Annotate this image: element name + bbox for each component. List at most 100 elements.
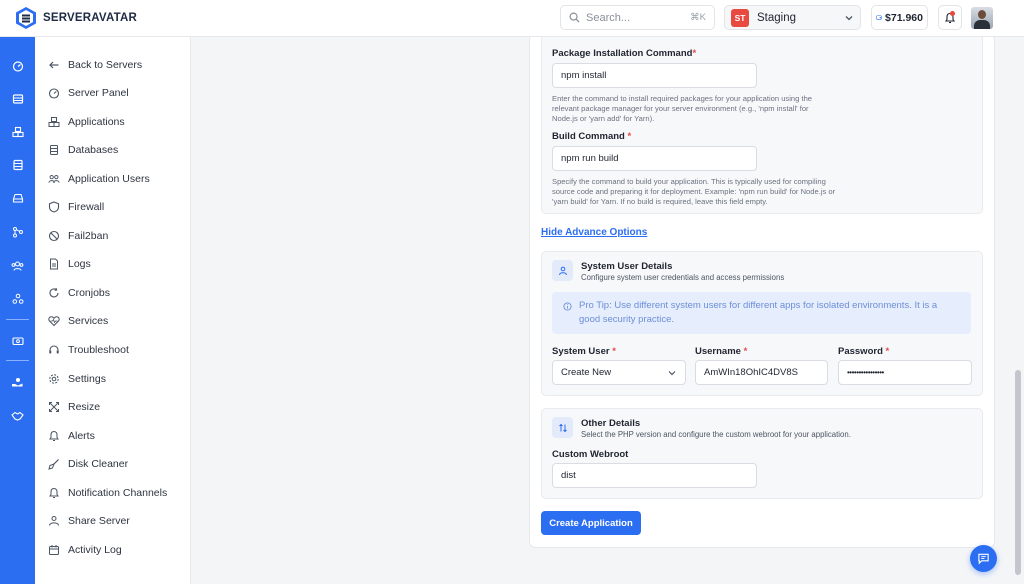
- wallet-icon: [876, 15, 882, 20]
- git-icon[interactable]: [9, 223, 26, 240]
- billing-icon[interactable]: [9, 332, 26, 349]
- sidebar-item-share-server[interactable]: Share Server: [48, 512, 130, 530]
- chat-support-button[interactable]: [970, 545, 997, 572]
- gear-icon: [48, 373, 60, 385]
- sidebar-item-firewall[interactable]: Firewall: [48, 198, 104, 216]
- sidebar-item-notification-channels[interactable]: Notification Channels: [48, 484, 167, 502]
- package-cmd-input[interactable]: npm install: [552, 63, 757, 88]
- calendar-icon: [48, 544, 60, 556]
- headset-icon: [48, 344, 60, 356]
- balance-amount: $71.960: [885, 11, 923, 24]
- heart-pulse-icon: [48, 315, 60, 327]
- sidebar-item-server-panel[interactable]: Server Panel: [48, 84, 129, 102]
- custom-webroot-label: Custom Webroot: [552, 449, 629, 460]
- pro-tip-box: Pro Tip: Use different system users for …: [552, 292, 971, 334]
- sidebar-item-applications[interactable]: Applications: [48, 113, 125, 131]
- bell-outline-icon: [48, 487, 60, 499]
- rail-separator: [6, 360, 29, 361]
- icon-rail: [0, 37, 35, 584]
- sidebar-item-application-users[interactable]: Application Users: [48, 170, 150, 188]
- hide-advance-options-link[interactable]: Hide Advance Options: [541, 227, 647, 238]
- team-icon[interactable]: [9, 257, 26, 274]
- hand-icon[interactable]: [9, 373, 26, 390]
- create-application-form: Package Installation Command* npm instal…: [529, 37, 995, 548]
- system-user-title: System User Details: [581, 261, 673, 272]
- chat-icon: [978, 553, 989, 565]
- handshake-icon[interactable]: [9, 407, 26, 424]
- other-details-title: Other Details: [581, 418, 641, 429]
- username-label: Username *: [695, 346, 748, 357]
- build-cmd-input[interactable]: npm run build: [552, 146, 757, 171]
- refresh-icon: [48, 287, 60, 299]
- brand-name: SERVERAVATAR: [43, 12, 137, 24]
- other-details-panel: Other Details Select the PHP version and…: [541, 408, 983, 499]
- resize-icon: [48, 401, 60, 413]
- file-icon: [48, 258, 60, 270]
- user-avatar[interactable]: [971, 7, 993, 29]
- notifications-button[interactable]: [938, 5, 962, 30]
- password-input[interactable]: ••••••••••••••••: [838, 360, 972, 385]
- other-details-subtitle: Select the PHP version and configure the…: [581, 430, 851, 439]
- cubes-icon: [48, 116, 60, 128]
- chevron-down-icon: [845, 15, 853, 20]
- system-user-panel: System User Details Configure system use…: [541, 251, 983, 396]
- search-box[interactable]: Search... ⌘K: [560, 5, 715, 30]
- sidebar-item-databases[interactable]: Databases: [48, 141, 118, 159]
- search-placeholder: Search...: [586, 11, 631, 24]
- sidebar-item-logs[interactable]: Logs: [48, 255, 91, 273]
- storage-icon[interactable]: [9, 189, 26, 206]
- server-name: Staging: [757, 11, 797, 24]
- server-selector[interactable]: ST Staging: [724, 5, 861, 30]
- sort-arrows-icon: [552, 417, 573, 438]
- applications-icon[interactable]: [9, 123, 26, 140]
- sidebar-item-activity-log[interactable]: Activity Log: [48, 541, 122, 559]
- package-cmd-help: Enter the command to install required pa…: [552, 94, 813, 123]
- avatar-head: [978, 10, 986, 19]
- integrations-icon[interactable]: [9, 290, 26, 307]
- sidebar-item-troubleshoot[interactable]: Troubleshoot: [48, 341, 129, 359]
- databases-icon[interactable]: [9, 156, 26, 173]
- gauge-icon: [48, 87, 60, 99]
- sidebar-item-cronjobs[interactable]: Cronjobs: [48, 284, 110, 302]
- pro-tip-text: Pro Tip: Use different system users for …: [579, 300, 938, 325]
- share-icon: [48, 515, 60, 527]
- sidebar-item-disk-cleaner[interactable]: Disk Cleaner: [48, 455, 128, 473]
- ban-icon: [48, 230, 60, 242]
- sidebar-item-fail2ban[interactable]: Fail2ban: [48, 227, 108, 245]
- broom-icon: [48, 458, 60, 470]
- notification-dot: [950, 11, 955, 16]
- username-input[interactable]: AmWIn18OhIC4DV8S: [695, 360, 828, 385]
- serveravatar-logo-icon: [16, 7, 36, 29]
- user-icon: [552, 260, 573, 281]
- sidebar: Back to Servers Server Panel Application…: [35, 37, 191, 584]
- sidebar-item-resize[interactable]: Resize: [48, 398, 100, 416]
- server-badge: ST: [731, 8, 749, 27]
- sidebar-item-alerts[interactable]: Alerts: [48, 427, 95, 445]
- system-user-subtitle: Configure system user credentials and ac…: [581, 273, 785, 282]
- avatar-body: [974, 20, 990, 29]
- brand-logo[interactable]: SERVERAVATAR: [14, 6, 137, 30]
- search-shortcut: ⌘K: [690, 12, 706, 23]
- dashboard-icon[interactable]: [9, 57, 26, 74]
- page-scrollbar[interactable]: [1015, 370, 1021, 575]
- sidebar-item-settings[interactable]: Settings: [48, 370, 106, 388]
- shield-icon: [48, 201, 60, 213]
- chevron-down-icon: [668, 370, 676, 375]
- arrow-left-icon: [48, 59, 60, 71]
- create-application-button[interactable]: Create Application: [541, 511, 641, 535]
- top-bar: SERVERAVATAR Search... ⌘K ST Staging $71…: [0, 0, 1024, 37]
- info-icon: [563, 302, 572, 311]
- build-cmd-label: Build Command *: [552, 131, 632, 142]
- wallet-balance[interactable]: $71.960: [871, 5, 928, 30]
- build-cmd-help: Specify the command to build your applic…: [552, 177, 836, 206]
- sidebar-item-back-to-servers[interactable]: Back to Servers: [48, 56, 142, 74]
- rail-separator: [6, 319, 29, 320]
- sidebar-item-services[interactable]: Services: [48, 312, 108, 330]
- custom-webroot-input[interactable]: dist: [552, 463, 757, 488]
- users-icon: [48, 173, 60, 185]
- servers-icon[interactable]: [9, 90, 26, 107]
- system-user-select[interactable]: Create New: [552, 360, 686, 385]
- password-label: Password *: [838, 346, 890, 357]
- package-cmd-label: Package Installation Command*: [552, 48, 697, 59]
- build-commands-panel: Package Installation Command* npm instal…: [541, 37, 983, 214]
